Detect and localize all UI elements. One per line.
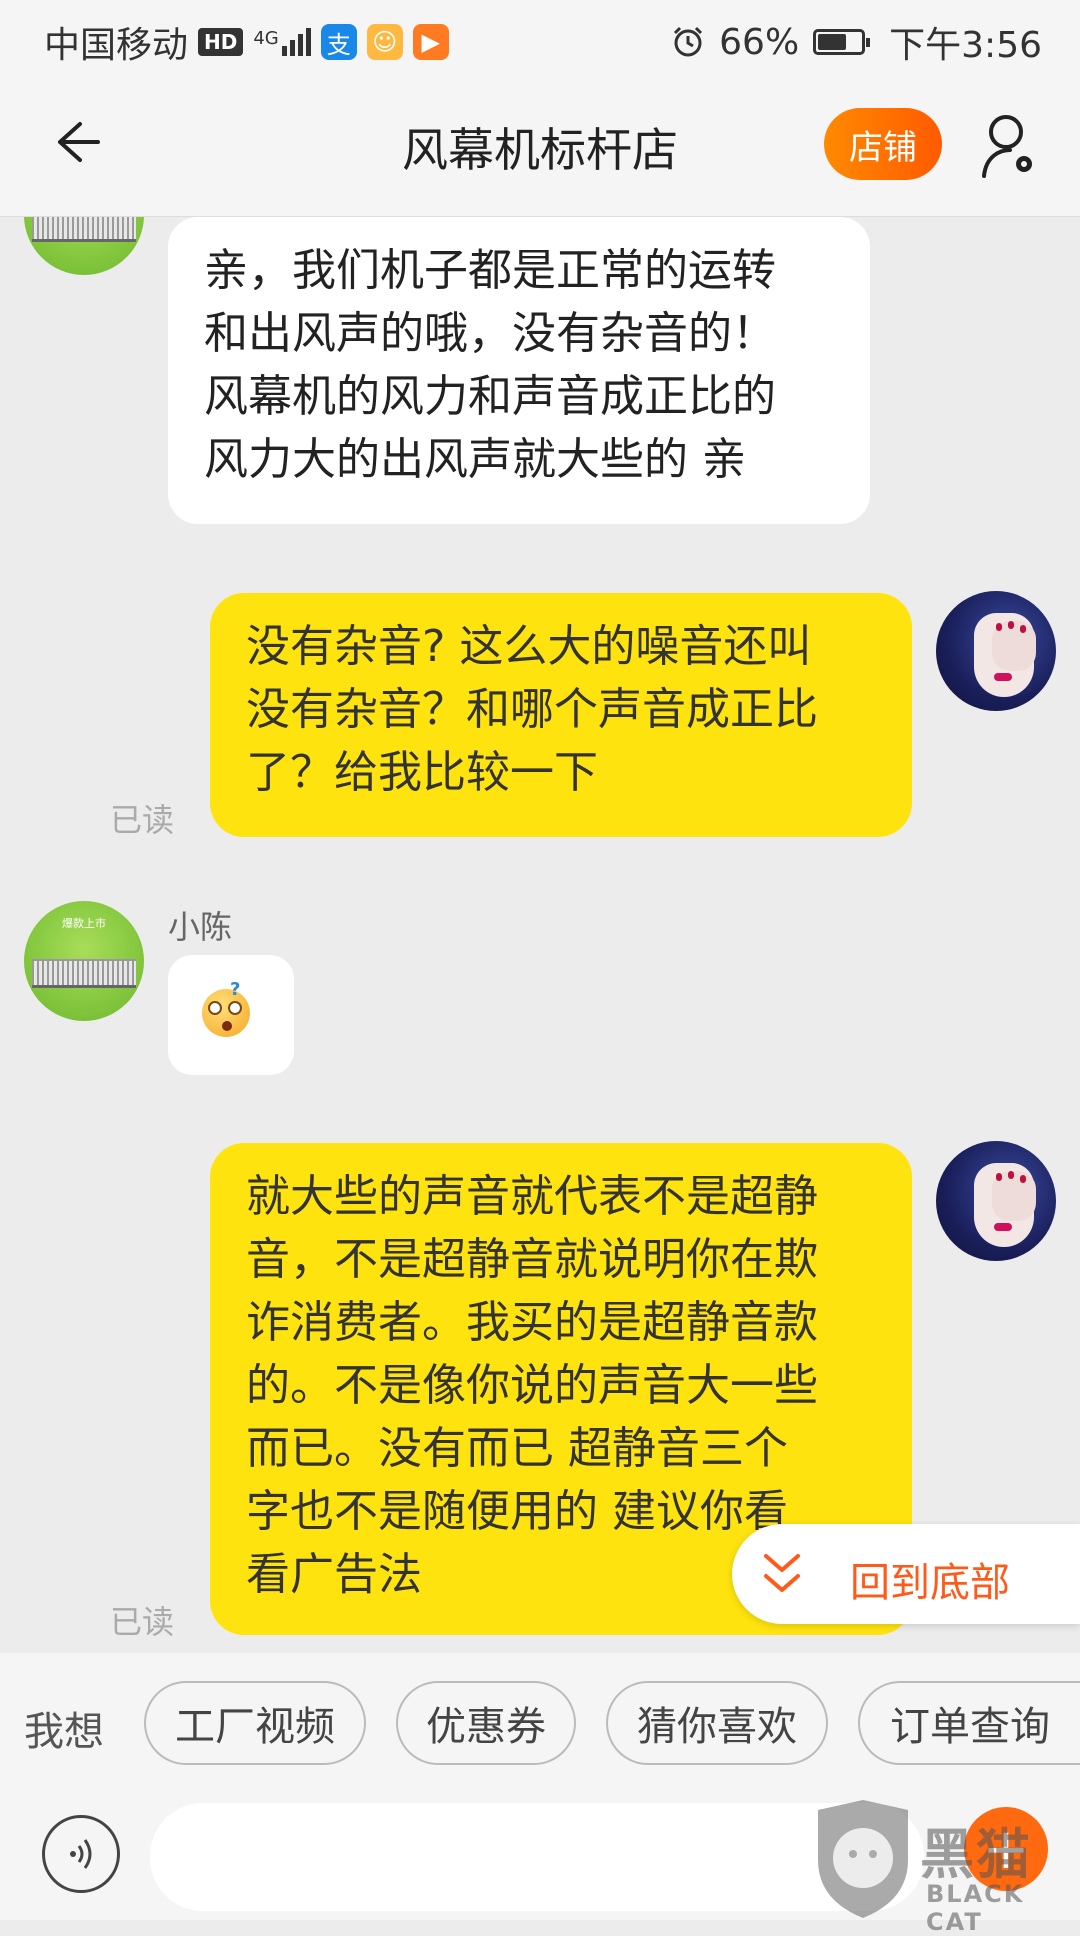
quick-reply-factory-video[interactable]: 工厂视频 — [144, 1681, 366, 1765]
read-status: 已读 — [110, 1603, 175, 1641]
message-bubble-emoji[interactable]: ? — [168, 955, 294, 1075]
back-to-bottom-button[interactable]: 回到底部 — [732, 1524, 1080, 1624]
cat-shield-logo — [818, 1800, 908, 1918]
quick-reply-prefix: 我想 — [24, 1709, 104, 1755]
battery-percent: 66% — [719, 21, 800, 63]
quick-reply-guess-you-like[interactable]: 猜你喜欢 — [606, 1681, 828, 1765]
watermark-text: 黑猫 — [920, 1823, 1032, 1886]
shop-avatar[interactable]: 爆款上市 — [24, 901, 144, 1021]
nav-bar: 风幕机标杆店 店铺 — [0, 76, 1080, 217]
game-app-icon: ☺ — [366, 24, 403, 60]
battery-icon — [813, 29, 871, 55]
voice-wave-icon — [70, 1839, 92, 1869]
quick-reply-coupon[interactable]: 优惠券 — [396, 1681, 576, 1765]
air-curtain-image — [32, 959, 136, 988]
signal-icon: 4G — [253, 28, 311, 56]
network-type-label: 4G — [253, 28, 279, 49]
status-bar: 中国移动 HD 4G 支 ☺ ▶ 66% 下午3:56 — [0, 0, 1080, 76]
clock-time: 下午3:56 — [889, 25, 1042, 66]
message-bubble-shop[interactable]: 亲，我们机子都是正常的运转 和出风声的哦，没有杂音的！ 风幕机的风力和声音成正比… — [168, 217, 870, 524]
user-avatar[interactable] — [936, 591, 1056, 711]
air-curtain-image — [32, 217, 136, 242]
watermark-subtext: BLACK CAT — [926, 1880, 1025, 1936]
confused-face-emoji: ? — [202, 979, 250, 1037]
alarm-icon — [674, 26, 703, 57]
black-cat-watermark: 黑猫 BLACK CAT — [808, 1800, 1080, 1936]
quick-reply-order-query[interactable]: 订单查询 — [858, 1681, 1080, 1765]
video-app-icon: ▶ — [412, 24, 449, 60]
double-chevron-down-icon — [764, 1554, 800, 1592]
user-settings-icon[interactable] — [980, 112, 1040, 180]
quick-reply-bar: 我想 工厂视频 优惠券 猜你喜欢 订单查询 — [0, 1653, 1080, 1793]
battery-fill — [818, 34, 847, 50]
chat-history[interactable]: 亲，我们机子都是正常的运转 和出风声的哦，没有杂音的！ 风幕机的风力和声音成正比… — [0, 217, 1080, 1653]
alipay-icon: 支 — [320, 24, 357, 60]
avatar-sign: 爆款上市 — [62, 917, 106, 930]
status-left: 中国移动 HD 4G 支 ☺ ▶ — [44, 16, 449, 68]
hd-badge: HD — [198, 28, 244, 56]
message-bubble-user[interactable]: 没有杂音? 这么大的噪音还叫 没有杂音？和哪个声音成正比 了？给我比较一下 — [210, 593, 912, 837]
status-right: 66% 下午3:56 — [671, 16, 1042, 68]
back-to-bottom-label: 回到底部 — [850, 1560, 1010, 1606]
sender-name: 小陈 — [168, 908, 233, 946]
read-status: 已读 — [110, 801, 175, 839]
shop-button[interactable]: 店铺 — [824, 108, 942, 180]
shop-avatar[interactable] — [24, 217, 144, 275]
voice-input-button[interactable] — [42, 1815, 120, 1893]
user-avatar[interactable] — [936, 1141, 1056, 1261]
carrier-label: 中国移动 — [44, 25, 189, 66]
